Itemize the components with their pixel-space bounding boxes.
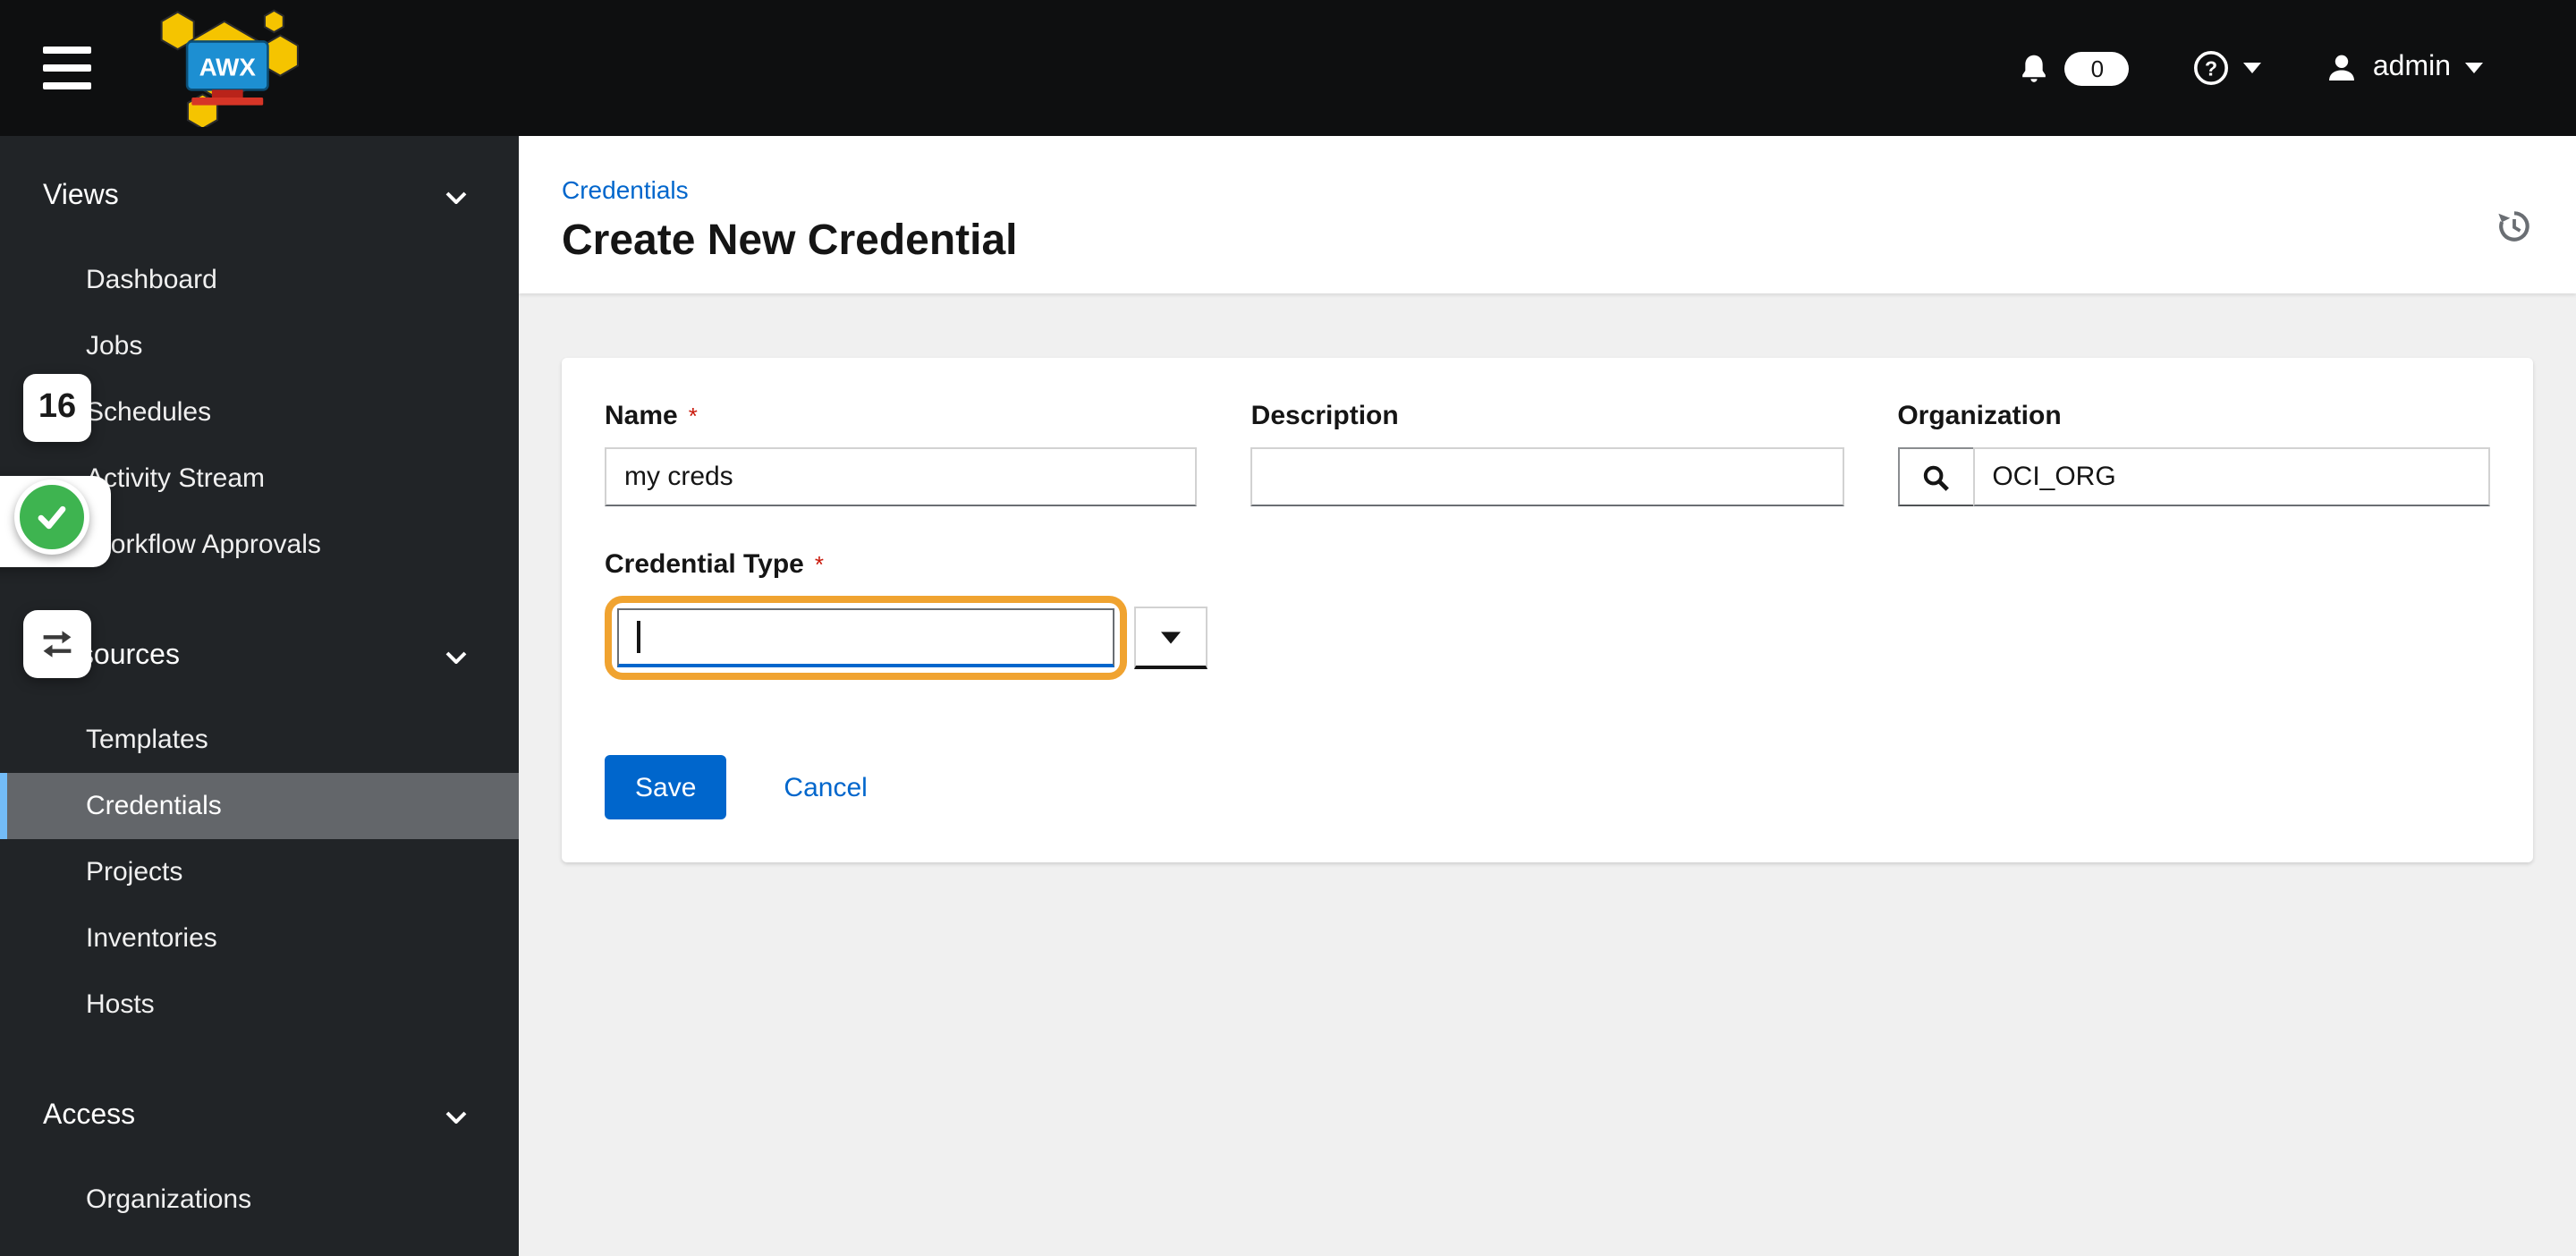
history-button[interactable] (2496, 208, 2533, 250)
breadcrumb[interactable]: Credentials (562, 175, 689, 204)
required-asterisk: * (688, 403, 698, 429)
user-name: admin (2372, 52, 2451, 82)
cancel-button[interactable]: Cancel (784, 772, 867, 802)
credential-form-card: Name * Description Organization (562, 358, 2533, 862)
organization-label: Organization (1897, 401, 2062, 431)
user-icon (2329, 55, 2355, 81)
nav-group-header-views[interactable]: Views (0, 165, 519, 229)
swap-overlay-button[interactable] (23, 610, 91, 678)
awx-application: AWX 0 ? admin Views Dashboard Jobs Sched… (0, 0, 2576, 1256)
sidebar-item-projects[interactable]: Projects (0, 839, 519, 905)
search-icon (1924, 464, 1950, 490)
organization-lookup-button[interactable] (1897, 447, 1975, 506)
help-menu-button[interactable]: ? (2194, 50, 2262, 86)
credential-type-field-group: Credential Type * (605, 549, 2490, 680)
nav-group-resources: Resources Templates Credentials Projects… (0, 624, 519, 1038)
hamburger-icon (43, 82, 91, 89)
svg-text:?: ? (2206, 56, 2218, 80)
nav-group-access: Access Organizations (0, 1084, 519, 1233)
brand-text: AWX (199, 54, 257, 81)
description-label: Description (1250, 401, 1399, 431)
chevron-down-icon (2243, 63, 2262, 73)
credential-type-input[interactable] (617, 608, 1114, 667)
masthead-actions: 0 ? admin (2019, 50, 2576, 86)
chevron-down-icon (445, 191, 467, 203)
text-cursor (637, 621, 640, 653)
help-icon: ? (2194, 50, 2229, 86)
user-menu-button[interactable]: admin (2326, 52, 2483, 84)
chevron-down-icon (2465, 63, 2483, 73)
notification-count-badge: 0 (2064, 51, 2130, 85)
name-field-group: Name * (605, 401, 1198, 506)
tutorial-highlight-ring (605, 596, 1127, 680)
nav-group-header-access[interactable]: Access (0, 1084, 519, 1149)
history-icon (2498, 211, 2529, 242)
sidebar-item-hosts[interactable]: Hosts (0, 972, 519, 1038)
nav-toggle-button[interactable] (43, 47, 97, 89)
sidebar-item-jobs[interactable]: Jobs (0, 313, 519, 379)
name-label: Name * (605, 401, 698, 431)
credential-type-dropdown-toggle[interactable] (1134, 607, 1208, 669)
description-field-group: Description (1250, 401, 1844, 506)
sidebar-nav: Views Dashboard Jobs Schedules Activity … (0, 136, 519, 1256)
bell-icon (2023, 54, 2046, 81)
success-check-badge (14, 479, 89, 555)
nav-group-label: Access (43, 1100, 136, 1131)
required-asterisk: * (814, 551, 824, 578)
chevron-down-icon (445, 1110, 467, 1123)
organization-input[interactable] (1972, 447, 2490, 506)
sidebar-item-credentials[interactable]: Credentials (0, 773, 519, 839)
credential-type-row (605, 596, 2490, 680)
main-content: Credentials Create New Credential Name * (519, 136, 2576, 1256)
sidebar-item-inventories[interactable]: Inventories (0, 905, 519, 972)
chevron-down-icon (445, 650, 467, 663)
page-body: Name * Description Organization (519, 293, 2576, 862)
awx-logo[interactable]: AWX (140, 0, 318, 136)
swap-arrows-icon (43, 631, 72, 658)
sidebar-item-templates[interactable]: Templates (0, 707, 519, 773)
description-input[interactable] (1250, 447, 1844, 506)
page-header: Credentials Create New Credential (519, 136, 2576, 293)
credential-type-label: Credential Type * (605, 549, 824, 580)
hamburger-icon (43, 64, 91, 72)
hamburger-icon (43, 47, 91, 54)
form-row-1: Name * Description Organization (605, 401, 2490, 506)
caret-down-icon (1161, 631, 1181, 643)
organization-input-group (1897, 447, 2490, 506)
name-input[interactable] (605, 447, 1198, 506)
form-actions: Save Cancel (605, 755, 2490, 819)
page-title: Create New Credential (562, 216, 1018, 265)
organization-field-group: Organization (1897, 401, 2490, 506)
check-icon (38, 505, 66, 530)
notifications-button[interactable]: 0 (2019, 51, 2130, 85)
awx-logo-graphic: AWX (160, 9, 299, 127)
nav-group-label: Views (43, 181, 119, 211)
masthead: AWX 0 ? admin (0, 0, 2576, 136)
step-number-badge: 16 (23, 374, 91, 442)
sidebar-item-dashboard[interactable]: Dashboard (0, 247, 519, 313)
sidebar-item-organizations[interactable]: Organizations (0, 1167, 519, 1233)
save-button[interactable]: Save (605, 755, 727, 819)
